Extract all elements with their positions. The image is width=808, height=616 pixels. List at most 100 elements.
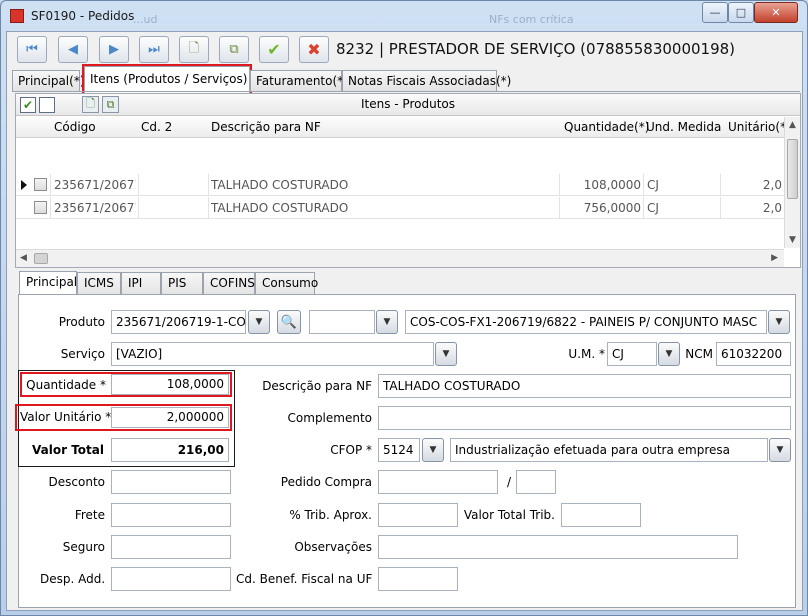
complemento-input[interactable] [378, 406, 791, 430]
seguro-input[interactable] [111, 535, 231, 559]
vertical-scrollbar[interactable]: ▲ ▼ [784, 117, 800, 248]
cell-unitario: 2,0 [762, 178, 782, 192]
cfop-select[interactable]: 5124 [378, 438, 420, 462]
cancel-button[interactable]: ✖ [299, 36, 329, 63]
column-header-codigo[interactable]: Código [54, 120, 96, 134]
copy-document-button[interactable]: ⧉ [219, 36, 249, 63]
background-window-hint: NFs com crítica [489, 13, 574, 26]
column-header-unitario[interactable]: Unitário(*) [728, 120, 791, 134]
servico-label: Serviço [60, 347, 105, 361]
cd-benef-fiscal-label: Cd. Benef. Fiscal na UF [236, 572, 373, 586]
scroll-left-icon[interactable]: ◀ [20, 253, 27, 263]
cd-benef-fiscal-input[interactable] [378, 567, 458, 591]
maximize-button[interactable]: □ [728, 2, 754, 23]
descricao-nf-label: Descrição para NF [262, 379, 372, 393]
cell-codigo: 235671/206719- [54, 201, 136, 215]
close-button[interactable]: ✕ [754, 2, 798, 23]
descricao-nf-input[interactable]: TALHADO COSTURADO [378, 374, 791, 398]
cfop-dropdown-button[interactable]: ▼ [422, 438, 444, 462]
desp-add-input[interactable] [111, 567, 231, 591]
desconto-label: Desconto [48, 475, 105, 489]
first-record-button[interactable]: ⏮ [17, 36, 47, 63]
seguro-label: Seguro [62, 540, 105, 554]
scroll-down-icon[interactable]: ▼ [789, 235, 796, 245]
scroll-right-icon[interactable]: ▶ [771, 253, 778, 263]
minimize-button[interactable]: — [702, 2, 728, 23]
chevron-down-icon: ▼ [776, 445, 784, 455]
new-document-icon: 🗋 [188, 40, 200, 56]
cell-quantidade: 756,0000 [583, 201, 641, 215]
produto-search-button[interactable]: 🔍 [277, 310, 301, 334]
first-record-icon: ⏮ [26, 42, 38, 57]
cfop-description-dropdown-button[interactable]: ▼ [769, 438, 791, 462]
valor-total-field: 216,00 [111, 438, 229, 462]
cell-descricao: TALHADO COSTURADO [211, 178, 349, 192]
pedido-compra-input[interactable] [378, 470, 498, 494]
cell-descricao: TALHADO COSTURADO [211, 201, 349, 215]
items-caption: Itens - Produtos [360, 97, 455, 111]
valor-unitario-input[interactable]: 2,000000 [111, 407, 229, 428]
scroll-up-icon[interactable]: ▲ [789, 120, 796, 130]
column-header-und-medida[interactable]: Und. Medida [646, 120, 721, 134]
tab-faturamento[interactable]: Faturamento(*) [250, 70, 348, 92]
desconto-input[interactable] [111, 470, 231, 494]
column-header-cd2[interactable]: Cd. 2 [141, 120, 172, 134]
tab-icms[interactable]: ICMS [77, 272, 121, 294]
trib-aprox-input[interactable] [378, 503, 458, 527]
observacoes-input[interactable] [378, 535, 738, 559]
horizontal-scroll-thumb[interactable] [34, 253, 48, 264]
um-dropdown-button[interactable]: ▼ [658, 342, 680, 366]
vertical-scroll-thumb[interactable] [787, 139, 798, 199]
tab-ipi[interactable]: IPI [121, 272, 161, 294]
frete-input[interactable] [111, 503, 231, 527]
confirm-button[interactable]: ✔ [259, 36, 289, 63]
produto-secondary-dropdown-button[interactable]: ▼ [376, 310, 398, 334]
quantidade-input[interactable]: 108,0000 [111, 374, 229, 395]
cancel-x-icon: ✖ [307, 40, 321, 59]
um-select[interactable]: CJ [607, 342, 657, 366]
produto-secondary-input[interactable] [309, 310, 375, 334]
last-record-button[interactable]: ⏭ [139, 36, 169, 63]
quantidade-label: Quantidade * [26, 378, 106, 392]
previous-record-button[interactable]: ◀ [58, 36, 88, 63]
row-checkbox[interactable] [34, 201, 47, 214]
ncm-field[interactable]: 61032200 [716, 342, 791, 366]
trib-aprox-label: % Trib. Aprox. [289, 508, 372, 522]
cell-codigo: 235671/206719- [54, 178, 136, 192]
tab-sub-principal[interactable]: Principal [19, 271, 77, 294]
produto-code-input[interactable]: 235671/206719-1-COS [111, 310, 246, 334]
cell-quantidade: 108,0000 [583, 178, 641, 192]
produto-dropdown-button[interactable]: ▼ [248, 310, 270, 334]
servico-dropdown-button[interactable]: ▼ [435, 342, 457, 366]
table-row[interactable]: 235671/206719- TALHADO COSTURADO 108,000… [16, 174, 784, 196]
pedido-compra-item-input[interactable] [516, 470, 556, 494]
tab-pis[interactable]: PIS [161, 272, 203, 294]
window-title: SF0190 - Pedidos [31, 9, 135, 23]
desp-add-label: Desp. Add. [40, 572, 106, 586]
servico-select[interactable]: [VAZIO] [111, 342, 434, 366]
chevron-down-icon: ▼ [429, 445, 437, 455]
tab-principal[interactable]: Principal(*) [12, 70, 85, 92]
um-label: U.M. * [568, 347, 605, 361]
column-header-quantidade[interactable]: Quantidade(*) [564, 120, 649, 134]
tab-consumo[interactable]: Consumo [255, 272, 318, 294]
produto-description-dropdown-button[interactable]: ▼ [768, 310, 790, 334]
cell-und-medida: CJ [647, 178, 659, 192]
valor-total-trib-input[interactable] [561, 503, 641, 527]
complemento-label: Complemento [287, 411, 372, 425]
items-header-bar: ✔ 🗋 ⧉ Itens - Produtos [16, 94, 800, 116]
tab-cofins[interactable]: COFINS [203, 272, 255, 294]
new-document-button[interactable]: 🗋 [179, 36, 209, 63]
search-icon: 🔍 [280, 314, 298, 330]
tab-itens[interactable]: Itens (Produtos / Serviços) [82, 64, 252, 95]
tab-notas-fiscais-associadas[interactable]: Notas Fiscais Associadas(*) [342, 70, 511, 92]
confirm-check-icon: ✔ [267, 40, 281, 59]
produto-description-field[interactable]: COS-COS-FX1-206719/6822 - PAINEIS P/ CON… [405, 310, 767, 334]
pedido-compra-label: Pedido Compra [280, 475, 372, 489]
next-record-button[interactable]: ▶ [99, 36, 129, 63]
cfop-description-field[interactable]: Industrialização efetuada para outra emp… [450, 438, 768, 462]
row-checkbox[interactable] [34, 178, 47, 191]
horizontal-scrollbar[interactable]: ◀ ▶ [16, 249, 784, 267]
column-header-descricao[interactable]: Descrição para NF [211, 120, 321, 134]
table-row[interactable]: 235671/206719- TALHADO COSTURADO 756,000… [16, 197, 784, 219]
